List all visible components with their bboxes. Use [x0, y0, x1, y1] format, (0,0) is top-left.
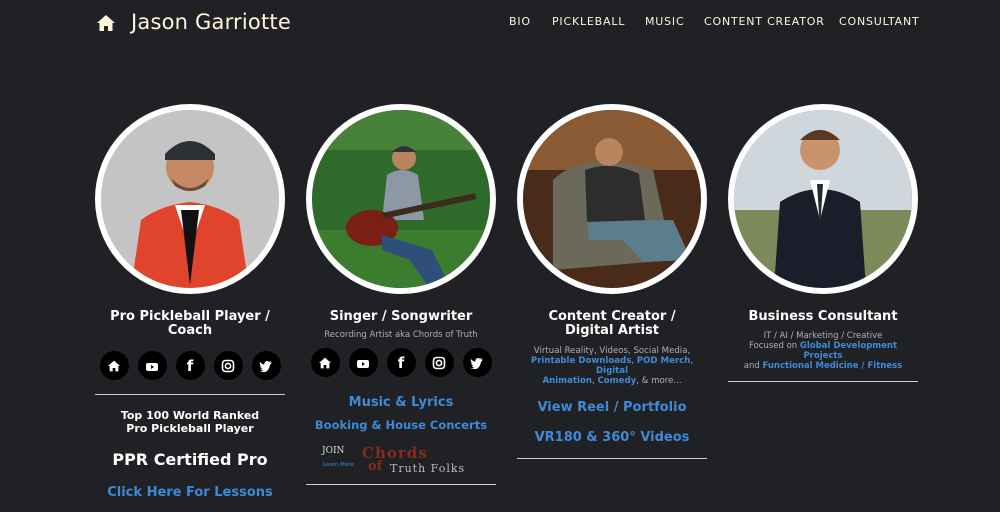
- music-lyrics-link[interactable]: Music & Lyrics: [306, 395, 496, 410]
- functional-medicine-link[interactable]: Functional Medicine / Fitness: [762, 361, 902, 371]
- instagram-icon[interactable]: [213, 351, 243, 380]
- chords-of-truth-logo[interactable]: JOIN Learn More Chords of Truth Folks: [322, 444, 482, 478]
- youtube-icon[interactable]: [137, 351, 167, 380]
- music-title: Singer / Songwriter: [329, 309, 473, 324]
- comedy-link[interactable]: Comedy: [597, 376, 636, 386]
- twitter-icon[interactable]: [251, 351, 281, 380]
- music-divider: [306, 484, 496, 485]
- view-reel-link[interactable]: View Reel / Portfolio: [517, 400, 707, 415]
- lessons-link[interactable]: Click Here For Lessons: [95, 485, 285, 500]
- home-icon[interactable]: [310, 348, 340, 377]
- content-portrait: [523, 110, 701, 288]
- consultant-card: Business Consultant IT / AI / Marketing …: [728, 104, 918, 382]
- pickleball-divider: [95, 394, 285, 395]
- global-development-link[interactable]: Global Development Projects: [800, 341, 897, 361]
- nav-consultant[interactable]: CONSULTANT: [839, 15, 920, 28]
- instagram-icon[interactable]: [424, 348, 454, 377]
- vr-videos-link[interactable]: VR180 & 360° Videos: [517, 430, 707, 445]
- music-social-icons: f: [306, 348, 496, 377]
- nav-bio[interactable]: BIO: [509, 15, 531, 28]
- facebook-icon[interactable]: f: [175, 351, 205, 380]
- twitter-icon[interactable]: [462, 348, 492, 377]
- printable-downloads-link[interactable]: Printable Downloads: [531, 356, 631, 366]
- content-card: Content Creator / Digital Artist Virtual…: [517, 104, 707, 459]
- pickleball-social-icons: f: [95, 351, 285, 380]
- nav-pickleball[interactable]: PICKLEBALL: [552, 15, 625, 28]
- youtube-icon[interactable]: [348, 348, 378, 377]
- consultant-photo[interactable]: [728, 104, 918, 294]
- content-divider: [517, 458, 707, 459]
- logo-small-text: Learn More: [323, 462, 354, 468]
- digital-animation-link-part2[interactable]: Animation: [542, 376, 592, 386]
- site-title[interactable]: Jason Garriotte: [131, 10, 291, 34]
- consultant-title: Business Consultant: [748, 309, 898, 324]
- digital-animation-link-part1[interactable]: Digital: [596, 366, 628, 376]
- booking-link[interactable]: Booking & House Concerts: [306, 418, 496, 432]
- pickleball-portrait: [101, 110, 279, 288]
- top-navigation: Jason Garriotte BIO PICKLEBALL MUSIC CON…: [0, 0, 1000, 50]
- ppr-certified: PPR Certified Pro: [112, 450, 268, 469]
- music-portrait: [312, 110, 490, 288]
- home-icon[interactable]: [99, 351, 129, 380]
- music-card: Singer / Songwriter Recording Artist aka…: [306, 104, 496, 485]
- content-title: Content Creator / Digital Artist: [548, 309, 676, 338]
- consultant-divider: [728, 381, 918, 382]
- facebook-icon[interactable]: f: [386, 348, 416, 377]
- nav-music[interactable]: MUSIC: [645, 15, 684, 28]
- pickleball-title: Pro Pickleball Player / Coach: [110, 309, 270, 338]
- pickleball-card: Pro Pickleball Player / Coach f Top 100 …: [95, 104, 285, 500]
- pod-merch-link[interactable]: POD Merch: [637, 356, 691, 366]
- music-subtitle: Recording Artist aka Chords of Truth: [324, 330, 478, 340]
- music-photo[interactable]: [306, 104, 496, 294]
- pickleball-photo[interactable]: [95, 104, 285, 294]
- nav-content-creator[interactable]: CONTENT CREATOR: [704, 15, 825, 28]
- home-icon[interactable]: [96, 14, 116, 32]
- consultant-description: IT / AI / Marketing / Creative Focused o…: [743, 331, 903, 371]
- pickleball-rank: Top 100 World Ranked Pro Pickleball Play…: [120, 409, 260, 435]
- content-description: Virtual Reality, Videos, Social Media, P…: [530, 346, 694, 386]
- content-photo[interactable]: [517, 104, 707, 294]
- consultant-portrait: [734, 110, 912, 288]
